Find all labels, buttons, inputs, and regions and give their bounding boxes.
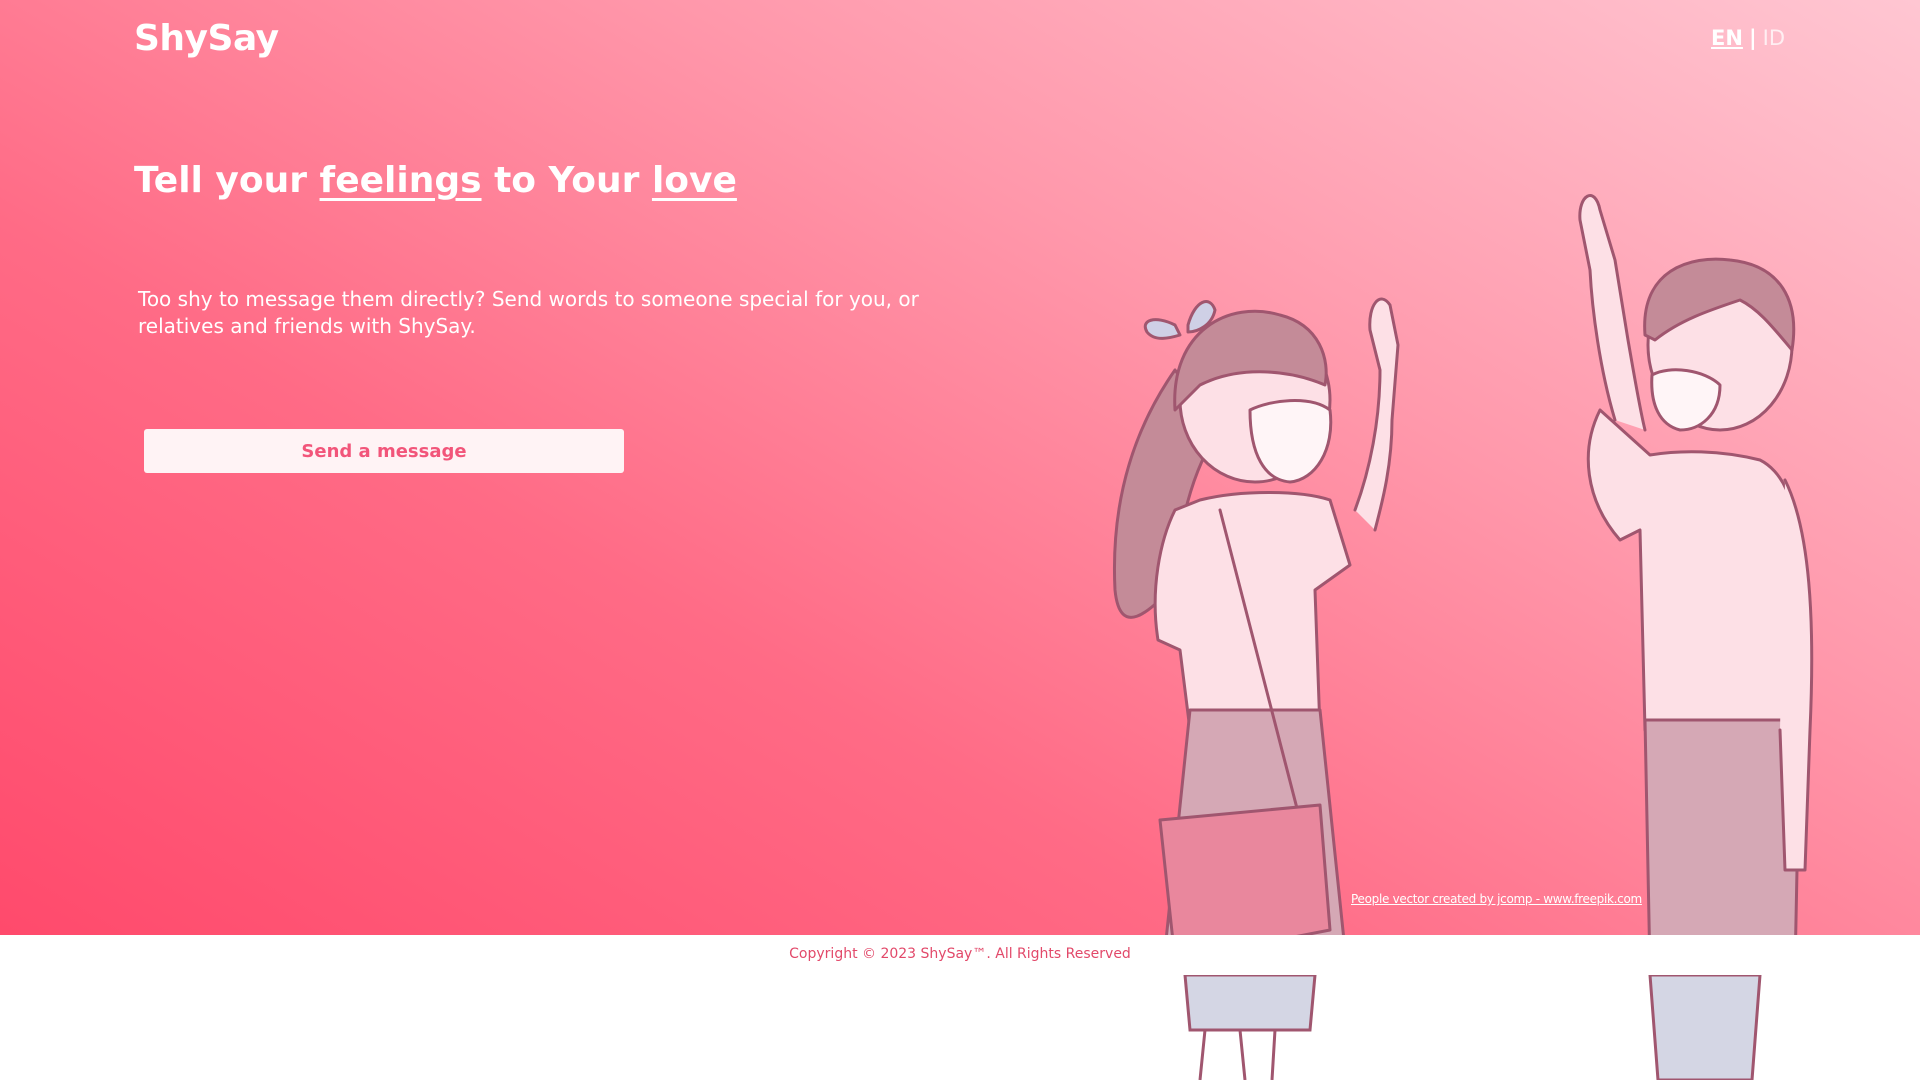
hero-headline: Tell your feelings to Your love [134,160,737,201]
language-switcher: EN | ID [1711,26,1785,50]
headline-part-1: Tell your [134,160,320,201]
couple-high-five-illustration [1112,194,1814,935]
headline-part-2: to Your [481,160,652,201]
illustration-credit-link[interactable]: People vector created by jcomp - www.fre… [1351,892,1642,906]
lang-separator: | [1748,26,1757,50]
lang-id-link[interactable]: ID [1763,26,1785,50]
copyright-text: Copyright © 2023 ShySay™. All Rights Res… [789,946,1131,962]
illustration-legs [1183,975,1762,1080]
hero-description: Too shy to message them directly? Send w… [138,287,919,338]
hero-section: ShySay EN | ID Tell your feelings to Your … [0,0,1920,935]
headline-highlight-love: love [651,160,737,201]
send-message-button[interactable]: Send a message [144,429,624,473]
footer: Copyright © 2023 ShySay™. All Rights Res… [0,935,1920,975]
lang-en-link[interactable]: EN [1711,26,1743,50]
logo[interactable]: ShySay [134,18,279,59]
headline-highlight-feelings: feelings [319,160,482,201]
